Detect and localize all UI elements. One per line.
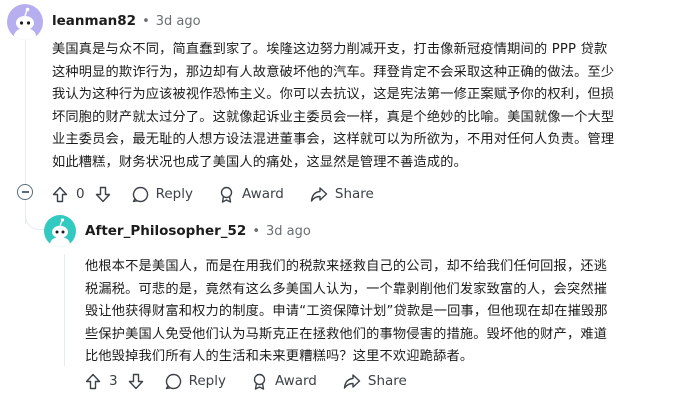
body-line: 我认为这种行为应该被视作恐怖主义。你可以去抗议，这是宪法第一修正案赋予你的权利，…: [52, 87, 615, 102]
share-label: Share: [367, 373, 407, 389]
speech-bubble-icon: [132, 186, 149, 203]
reply-label: Reply: [188, 373, 226, 389]
award-button[interactable]: Award: [251, 373, 317, 390]
share-button[interactable]: Share: [310, 186, 374, 203]
body-line: 些保护美国人免受他们认为马斯克正在拯救他们的事物侵害的措施。毁坏他的财产，难道: [85, 326, 608, 342]
body-line: 坏同胞的财产就太过分了。这就像起诉业主委员会一样，真是个绝妙的比喻。美国就像一个…: [52, 109, 615, 125]
body-line: 毁让他获得财富和权力的制度。申请“工资保障计划”贷款是一回事，但他现在却在摧毁那: [85, 304, 608, 319]
downvote-arrow-icon[interactable]: [128, 373, 144, 390]
avatar[interactable]: [44, 215, 76, 247]
body-line: 如此糟糕，财务状况也成了美国人的痛处，这显然是管理不善造成的。: [52, 154, 468, 170]
body-line: 比他毁掉我们所有人的生活和未来更糟糕吗？这里不欢迎跪舔者。: [85, 349, 474, 364]
speech-bubble-icon: [165, 373, 182, 390]
comment-action-bar: 0 Reply Award Share: [52, 184, 374, 204]
vote-count: 0: [76, 186, 85, 202]
comment-age[interactable]: 3d ago: [156, 14, 201, 29]
body-line: 他根本不是美国人，而是在用我们的税款来拯救自己的公司，却不给我们任何回报，还逃: [85, 259, 608, 274]
award-label: Award: [274, 373, 317, 389]
thread-branch-curve: [25, 208, 45, 230]
username[interactable]: leanman82: [52, 13, 136, 29]
meta-separator: •: [142, 13, 150, 29]
comment-action-bar: 3 Reply Award Share: [85, 371, 407, 391]
share-arrow-icon: [343, 373, 361, 390]
reply-label: Reply: [155, 186, 193, 202]
body-line: 美国真是与众不同，简直蠢到家了。埃隆这边努力削减开支，打击像新冠疫情期间的 PP…: [52, 42, 608, 57]
share-arrow-icon: [310, 186, 328, 203]
reply-button[interactable]: Reply: [132, 186, 193, 203]
thread-line-child[interactable]: [64, 254, 65, 366]
upvote-arrow-icon[interactable]: [85, 373, 101, 390]
body-line: 这种明显的欺诈行为，那边却有人故意破坏他的汽车。拜登肯定不会采取这种正确的做法。…: [52, 64, 615, 80]
body-line: 业主委员会，最无耻的人想方设法混进董事会，这样就可以为所欲为，不用对任何人负责。…: [52, 132, 615, 147]
comment-body: 他根本不是美国人，而是在用我们的税款来拯救自己的公司，却不给我们任何回报，还逃 …: [85, 256, 685, 369]
meta-separator: •: [252, 223, 260, 239]
snoo-avatar-icon: [14, 7, 36, 40]
award-button[interactable]: Award: [218, 186, 284, 203]
collapse-thread-button[interactable]: [17, 184, 33, 200]
downvote-arrow-icon[interactable]: [95, 186, 111, 203]
share-label: Share: [334, 186, 374, 202]
reply-button[interactable]: Reply: [165, 373, 226, 390]
upvote-arrow-icon[interactable]: [52, 186, 68, 203]
body-line: 税漏税。可悲的是，竟然有这么多美国人认为，一个靠剥削他们发家致富的人，会突然摧: [85, 281, 608, 297]
share-button[interactable]: Share: [343, 373, 407, 390]
username[interactable]: After_Philosopher_52: [85, 223, 246, 239]
award-ribbon-icon: [251, 373, 268, 390]
comment-body: 美国真是与众不同，简直蠢到家了。埃隆这边努力削减开支，打击像新冠疫情期间的 PP…: [52, 39, 682, 174]
thread-line-parent[interactable]: [25, 40, 26, 190]
collapse-minus-icon: [21, 191, 29, 193]
award-ribbon-icon: [218, 186, 235, 203]
snoo-avatar-icon: [50, 218, 70, 247]
award-label: Award: [241, 186, 284, 202]
comment-age[interactable]: 3d ago: [266, 224, 311, 239]
avatar[interactable]: [7, 4, 43, 40]
vote-count: 3: [109, 373, 118, 389]
